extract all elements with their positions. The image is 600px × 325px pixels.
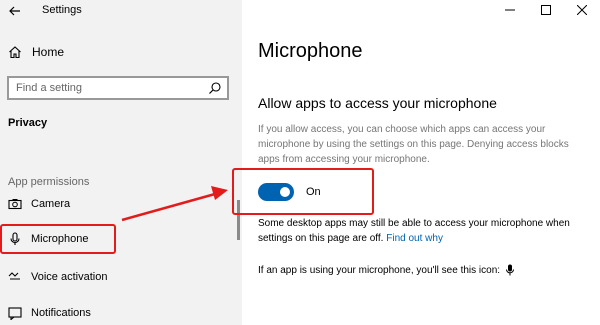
sidebar-item-notifications[interactable]: Notifications (0, 298, 242, 325)
camera-icon (8, 197, 22, 211)
home-label: Home (32, 45, 65, 59)
sidebar-item-voice-activation[interactable]: Voice activation (0, 262, 242, 292)
sidebar: Settings Home Privacy App permissions Ca… (0, 0, 242, 325)
search-box[interactable] (7, 76, 229, 100)
section-title: Privacy (8, 117, 48, 129)
desktop-apps-note: Some desktop apps may still be able to a… (258, 216, 588, 246)
close-icon (577, 5, 587, 15)
annotation-highlight-microphone (0, 224, 116, 254)
description-text: If you allow access, you can choose whic… (258, 124, 569, 165)
search-icon[interactable] (208, 81, 222, 100)
back-button[interactable] (6, 3, 24, 19)
sidebar-item-label: Camera (31, 198, 71, 210)
page-title: Microphone (258, 40, 363, 62)
minimize-button[interactable] (492, 0, 528, 20)
minimize-icon (505, 9, 515, 11)
app-title: Settings (42, 4, 82, 16)
group-label: App permissions (8, 176, 90, 188)
close-button[interactable] (564, 0, 600, 20)
find-out-why-link[interactable]: Find out why (386, 233, 443, 244)
back-arrow-icon (9, 6, 20, 16)
voice-activation-icon (8, 270, 22, 284)
maximize-icon (541, 5, 551, 15)
icon-note: If an app is using your microphone, you'… (258, 264, 515, 276)
notifications-icon (8, 306, 22, 320)
sidebar-item-home[interactable]: Home (8, 44, 64, 60)
annotation-highlight-toggle (232, 168, 374, 215)
home-icon (9, 46, 21, 59)
maximize-button[interactable] (528, 0, 564, 20)
search-input[interactable] (16, 81, 196, 95)
icon-note-text: If an app is using your microphone, you'… (258, 264, 501, 276)
sidebar-item-label: Voice activation (31, 271, 108, 283)
microphone-indicator-icon (506, 264, 515, 276)
section-heading: Allow apps to access your microphone (258, 95, 497, 111)
window-controls (492, 0, 600, 20)
sidebar-item-camera[interactable]: Camera (0, 189, 242, 219)
sidebar-item-label: Notifications (31, 307, 91, 319)
